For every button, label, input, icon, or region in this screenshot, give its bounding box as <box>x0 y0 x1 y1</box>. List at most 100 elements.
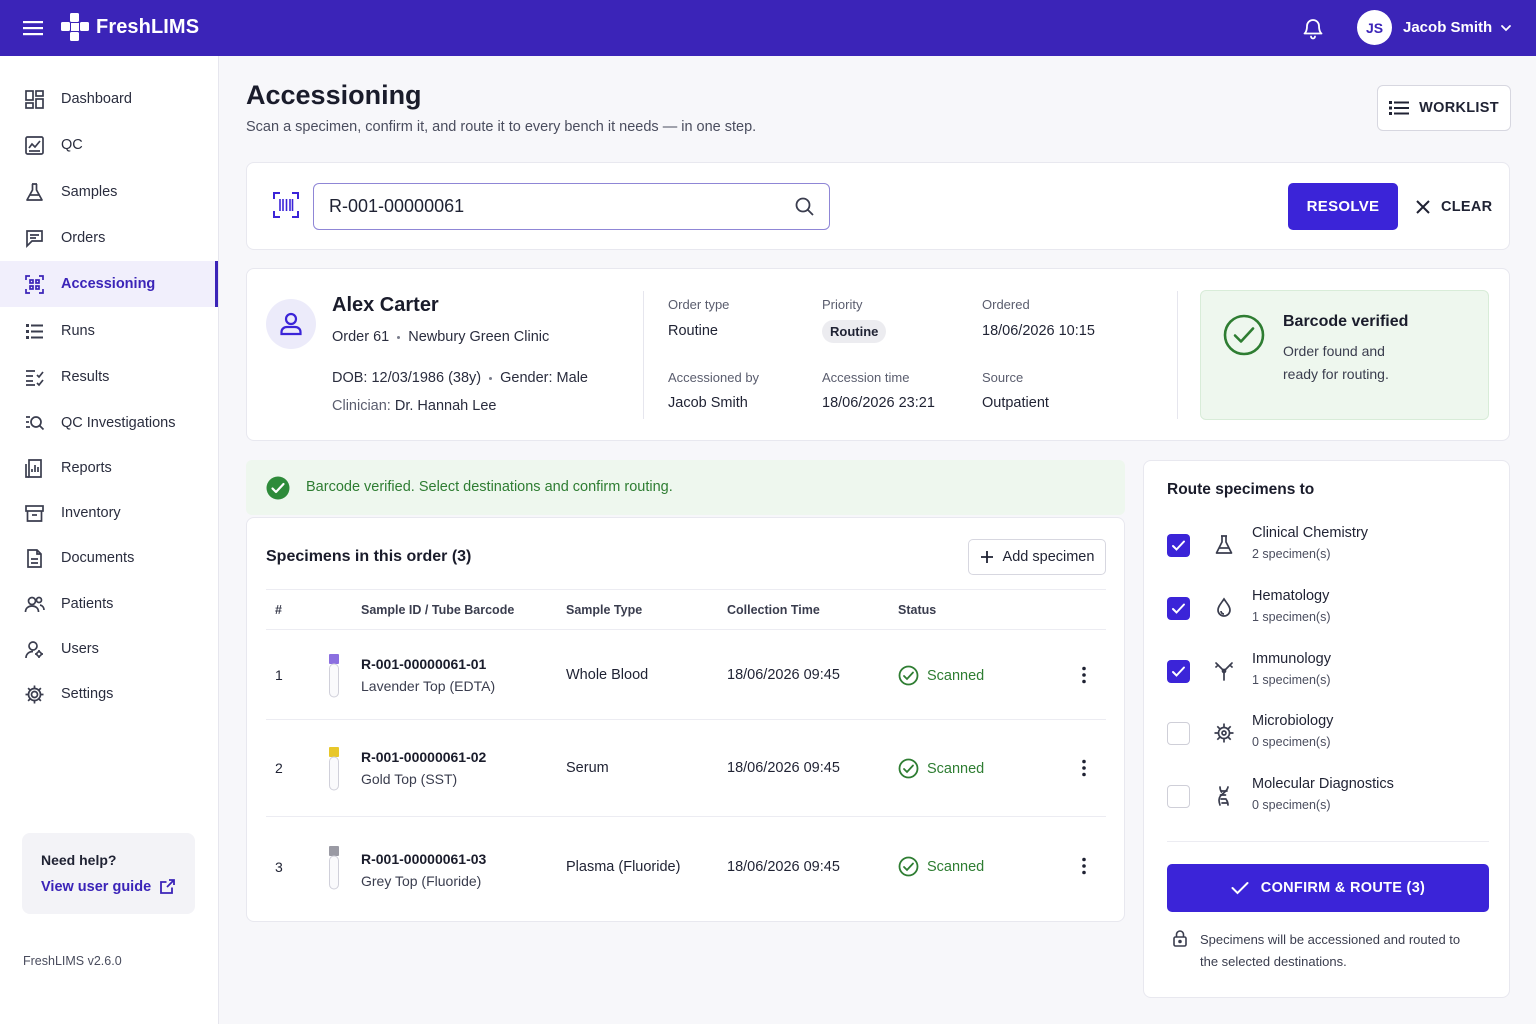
tube-top: Lavender Top (EDTA) <box>361 678 496 694</box>
gear-icon <box>25 685 44 704</box>
route-count: 1 specimen(s) <box>1252 673 1331 687</box>
more-options-icon[interactable] <box>1074 758 1094 778</box>
route-item-microbiology[interactable]: Microbiology 0 specimen(s) <box>1167 710 1487 760</box>
route-count: 0 specimen(s) <box>1252 798 1331 812</box>
sidebar-item-label: QC <box>61 137 83 153</box>
check-circle-icon <box>898 665 919 686</box>
brand-logo[interactable]: FreshLIMS <box>60 12 199 42</box>
divider <box>1177 291 1178 419</box>
confirm-route-button[interactable]: CONFIRM & ROUTE (3) <box>1167 864 1489 912</box>
user-menu[interactable]: JS Jacob Smith <box>1357 10 1512 45</box>
route-item-molecular-diagnostics[interactable]: Molecular Diagnostics 0 specimen(s) <box>1167 773 1487 823</box>
accessioned-by-label: Accessioned by <box>668 370 760 385</box>
person-icon <box>280 312 302 336</box>
clinician-name: Dr. Hannah Lee <box>394 398 497 414</box>
checkbox-checked[interactable] <box>1167 534 1190 557</box>
source-label: Source <box>982 370 1024 385</box>
sidebar-item-label: Results <box>61 369 110 385</box>
resolve-button[interactable]: RESOLVE <box>1288 183 1398 230</box>
sidebar-item-documents[interactable]: Documents <box>0 535 218 581</box>
sidebar-item-reports[interactable]: Reports <box>0 445 218 491</box>
sidebar-item-qc-investigations[interactable]: QC Investigations <box>0 400 218 446</box>
divider <box>266 589 1106 590</box>
checkbox-checked[interactable] <box>1167 660 1190 683</box>
view-user-guide-link[interactable]: View user guide <box>41 878 176 895</box>
route-count: 0 specimen(s) <box>1252 735 1331 749</box>
freshlims-logo-icon <box>61 13 89 41</box>
sidebar-item-results[interactable]: Results <box>0 354 218 400</box>
sidebar-item-inventory[interactable]: Inventory <box>0 490 218 536</box>
add-specimen-label: Add specimen <box>1002 549 1095 565</box>
collection-time: 18/06/2026 09:45 <box>727 760 840 776</box>
sidebar-item-settings[interactable]: Settings <box>0 671 218 717</box>
tube-grey-icon <box>329 846 339 890</box>
dashboard-icon <box>25 90 44 109</box>
sidebar-item-orders[interactable]: Orders <box>0 215 218 261</box>
clear-button[interactable]: CLEAR <box>1415 183 1492 230</box>
route-item-immunology[interactable]: Immunology 1 specimen(s) <box>1167 648 1487 698</box>
priority-label: Priority <box>822 297 863 312</box>
checkbox-unchecked[interactable] <box>1167 785 1190 808</box>
ordered-value: 18/06/2026 10:15 <box>982 323 1095 339</box>
notifications-bell-icon[interactable] <box>1301 16 1325 40</box>
row-number: 1 <box>275 667 283 683</box>
sidebar-item-label: Reports <box>61 460 112 476</box>
search-list-icon <box>26 416 45 431</box>
checkmark-icon <box>1172 666 1185 677</box>
check-circle-icon <box>898 758 919 779</box>
specimens-title: Specimens in this order (3) <box>266 548 472 565</box>
sample-id: R-001-00000061-01 <box>361 656 487 672</box>
patient-clinician: Clinician: Dr. Hannah Lee <box>332 398 496 414</box>
route-count: 1 specimen(s) <box>1252 610 1331 624</box>
sample-type: Serum <box>566 760 609 776</box>
column-header-sample-type: Sample Type <box>566 603 643 617</box>
sidebar-item-label: Samples <box>61 184 118 200</box>
patient-gender: Gender: Male <box>500 370 588 386</box>
results-icon <box>26 370 44 387</box>
tube-top: Grey Top (Fluoride) <box>361 873 482 889</box>
app-version: FreshLIMS v2.6.0 <box>23 954 122 968</box>
sidebar-item-dashboard[interactable]: Dashboard <box>0 76 218 122</box>
route-item-clinical-chemistry[interactable]: Clinical Chemistry 2 specimen(s) <box>1167 522 1487 572</box>
accessioned-by-value: Jacob Smith <box>668 395 748 411</box>
chevron-down-icon <box>1501 24 1512 31</box>
sidebar-item-samples[interactable]: Samples <box>0 169 218 215</box>
scan-barcode-input[interactable] <box>314 196 774 217</box>
divider <box>266 719 1106 720</box>
sidebar-item-runs[interactable]: Runs <box>0 308 218 354</box>
collection-time: 18/06/2026 09:45 <box>727 667 840 683</box>
user-avatar: JS <box>1357 10 1392 45</box>
clinic-name: Newbury Green Clinic <box>408 329 550 345</box>
check-circle-icon <box>1223 314 1265 356</box>
verified-subtitle: Order found and ready for routing. <box>1283 343 1389 382</box>
document-icon <box>27 549 42 568</box>
add-specimen-button[interactable]: Add specimen <box>968 539 1106 575</box>
route-item-hematology[interactable]: Hematology 1 specimen(s) <box>1167 585 1487 635</box>
sidebar-item-label: Users <box>61 641 99 657</box>
ordered-label: Ordered <box>982 297 1030 312</box>
sidebar-item-accessioning[interactable]: Accessioning <box>0 261 218 307</box>
sidebar-item-users[interactable]: Users <box>0 626 218 672</box>
routing-note-text: Specimens will be accessioned and routed… <box>1200 932 1461 969</box>
divider <box>643 291 644 419</box>
route-count: 2 specimen(s) <box>1252 547 1331 561</box>
checkbox-unchecked[interactable] <box>1167 722 1190 745</box>
search-icon[interactable] <box>794 196 815 217</box>
more-options-icon[interactable] <box>1074 856 1094 876</box>
qc-icon <box>25 136 44 155</box>
row-number: 3 <box>275 859 283 875</box>
sidebar-item-patients[interactable]: Patients <box>0 581 218 627</box>
route-name: Molecular Diagnostics <box>1252 776 1394 792</box>
status-scanned: Scanned <box>898 665 984 686</box>
tube-lavender-icon <box>329 654 339 698</box>
worklist-button[interactable]: WORKLIST <box>1377 85 1511 131</box>
scan-input-wrapper <box>313 183 830 230</box>
more-options-icon[interactable] <box>1074 665 1094 685</box>
drop-icon <box>1217 597 1231 617</box>
route-name: Immunology <box>1252 651 1331 667</box>
hamburger-menu-icon[interactable] <box>22 17 44 39</box>
sidebar-item-label: Inventory <box>61 505 121 521</box>
sidebar-item-qc[interactable]: QC <box>0 122 218 168</box>
patient-order-line: Order 61 Newbury Green Clinic <box>332 329 549 345</box>
checkbox-checked[interactable] <box>1167 597 1190 620</box>
